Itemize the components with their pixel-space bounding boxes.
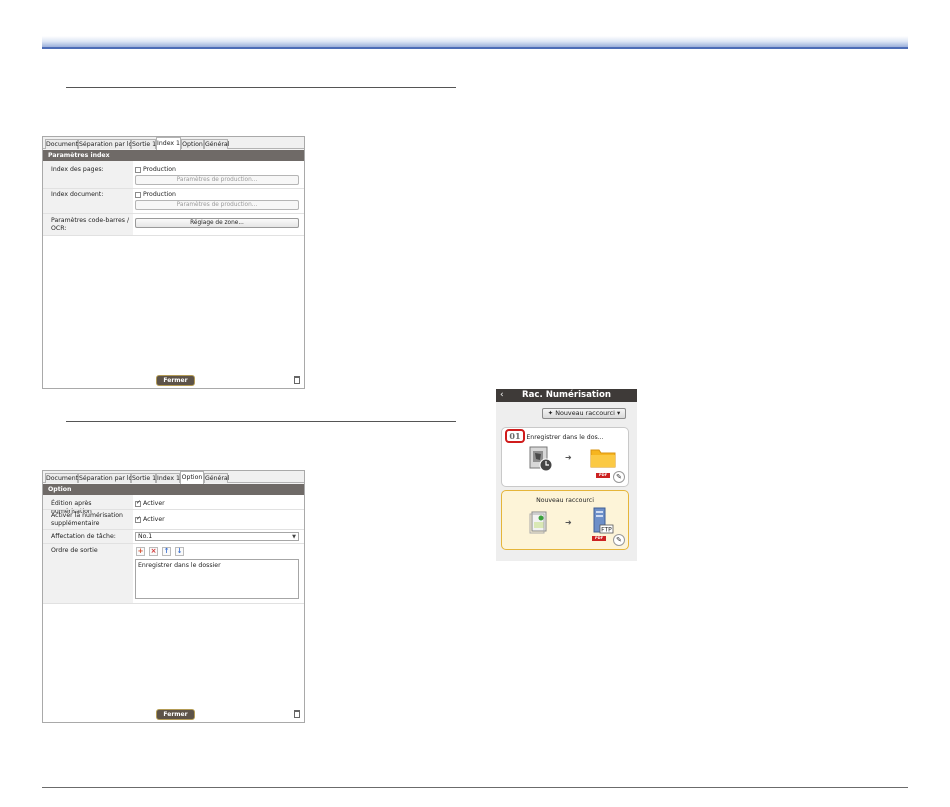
checkbox-box[interactable]	[135, 191, 141, 198]
index-settings-dialog: Document Séparation par lots Sortie 1 In…	[42, 136, 305, 389]
new-shortcut-button[interactable]: ✦ Nouveau raccourci ▾	[542, 408, 626, 419]
page-index-production-checkbox[interactable]: Production	[135, 166, 176, 173]
option-settings-dialog: Document Séparation par lots Sortie 1 In…	[42, 470, 305, 723]
doc-index-production-checkbox[interactable]: Production	[135, 191, 176, 198]
tab-output-1[interactable]: Sortie 1	[131, 139, 156, 149]
shortcut-name: Nouveau raccourci	[536, 497, 594, 504]
settings-panel: Édition après numérisation Activer Activ…	[43, 495, 304, 722]
checkbox-box[interactable]	[135, 515, 141, 523]
edit-after-scan-checkbox[interactable]: Activer	[135, 499, 165, 507]
chevron-down-icon: ▾	[617, 409, 621, 417]
app-header: ‹ Rac. Numérisation	[496, 389, 637, 402]
tab-index-1[interactable]: Index 1	[156, 473, 180, 483]
pdf-format-tag: PDF	[592, 536, 606, 541]
row-divider	[43, 603, 304, 604]
shortcut-name: Enregistrer dans le dos...	[526, 434, 604, 441]
delete-icon[interactable]: ×	[149, 547, 158, 556]
tab-batch-separation[interactable]: Séparation par lots	[78, 139, 138, 149]
tab-option[interactable]: Option	[180, 471, 204, 484]
settings-panel: Index des pages: Production Paramètres d…	[43, 161, 304, 388]
edit-pencil-icon[interactable]: ✎	[613, 534, 625, 546]
zone-settings-button[interactable]: Réglage de zone...	[135, 218, 299, 228]
ftp-label: FTP	[601, 527, 612, 534]
output-order-label: Ordre de sortie	[51, 547, 98, 554]
doc-index-label: Index document:	[51, 191, 104, 198]
task-assignment-label: Affectation de tâche:	[51, 533, 116, 540]
tab-index-1[interactable]: Index 1	[156, 137, 181, 150]
page-index-production-settings-button[interactable]: Paramètres de production...	[135, 175, 299, 185]
tab-document[interactable]: Document	[45, 139, 78, 149]
page-header-rule	[42, 47, 908, 49]
section-title: Option	[43, 484, 304, 495]
row-divider	[43, 188, 304, 189]
tab-bar: Document Séparation par lots Sortie 1 In…	[43, 471, 304, 484]
scanned-document-icon	[529, 446, 553, 472]
tab-general[interactable]: Général	[204, 139, 229, 149]
task-assignment-select[interactable]: No.1 ▼	[135, 532, 299, 541]
row-divider	[43, 213, 304, 214]
checkbox-label: Production	[143, 191, 176, 198]
tab-option[interactable]: Option	[181, 139, 204, 149]
close-button[interactable]: Fermer	[156, 709, 195, 720]
shortcut-card[interactable]: 01 Enregistrer dans le dos... ➜ PDF ✎	[501, 427, 629, 487]
task-assignment-value: No.1	[138, 533, 153, 540]
tab-output-1[interactable]: Sortie 1	[131, 473, 156, 483]
add-icon[interactable]: +	[136, 547, 145, 556]
ftp-server-icon: FTP	[593, 507, 614, 534]
extra-scan-checkbox[interactable]: Activer	[135, 515, 165, 523]
page-footer-rule	[42, 787, 908, 788]
row-divider	[43, 543, 304, 544]
plus-icon: ✦	[547, 409, 554, 417]
shortcut-card[interactable]: Nouveau raccourci ➜ FTP PDF ✎	[501, 490, 629, 550]
barcode-ocr-label: Paramètres code-barres / OCR:	[51, 217, 130, 232]
checkbox-label: Activer	[143, 500, 165, 507]
extra-scan-label: Activer la numérisation supplémentaire	[51, 512, 123, 527]
trash-icon[interactable]	[294, 376, 300, 384]
tab-document[interactable]: Document	[45, 473, 78, 483]
checkbox-box[interactable]	[135, 166, 141, 173]
color-document-icon	[529, 511, 547, 534]
doc-index-production-settings-button[interactable]: Paramètres de production...	[135, 200, 299, 210]
arrow-right-icon: ➜	[565, 518, 572, 527]
tab-bar: Document Séparation par lots Sortie 1 In…	[43, 137, 304, 150]
close-button[interactable]: Fermer	[156, 375, 195, 386]
chevron-down-icon: ▼	[292, 534, 296, 540]
section-title: Paramètres index	[43, 150, 304, 161]
list-item[interactable]: Enregistrer dans le dossier	[138, 562, 296, 569]
trash-icon[interactable]	[294, 710, 300, 718]
tab-general[interactable]: Général	[204, 473, 229, 483]
move-down-icon[interactable]: ↓	[175, 547, 184, 556]
pdf-format-tag: PDF	[596, 473, 610, 478]
row-divider	[43, 509, 304, 510]
section-divider-top	[66, 87, 456, 88]
row-divider	[43, 529, 304, 530]
checkbox-label: Production	[143, 166, 176, 173]
page-index-label: Index des pages:	[51, 166, 104, 173]
edit-pencil-icon[interactable]: ✎	[613, 471, 625, 483]
tab-batch-separation[interactable]: Séparation par lots	[78, 473, 138, 483]
move-up-icon[interactable]: ↑	[162, 547, 171, 556]
new-shortcut-label: Nouveau raccourci	[555, 409, 615, 417]
output-order-list[interactable]: Enregistrer dans le dossier	[135, 559, 299, 599]
screen-title: Rac. Numérisation	[521, 390, 612, 400]
arrow-right-icon: ➜	[565, 453, 572, 462]
checkbox-box[interactable]	[135, 499, 141, 507]
folder-icon	[590, 449, 616, 468]
checkbox-label: Activer	[143, 516, 165, 523]
section-divider-middle	[66, 421, 456, 422]
row-divider	[43, 235, 304, 236]
scan-shortcuts-screen: ‹ Rac. Numérisation ✦ Nouveau raccourci …	[496, 389, 637, 561]
